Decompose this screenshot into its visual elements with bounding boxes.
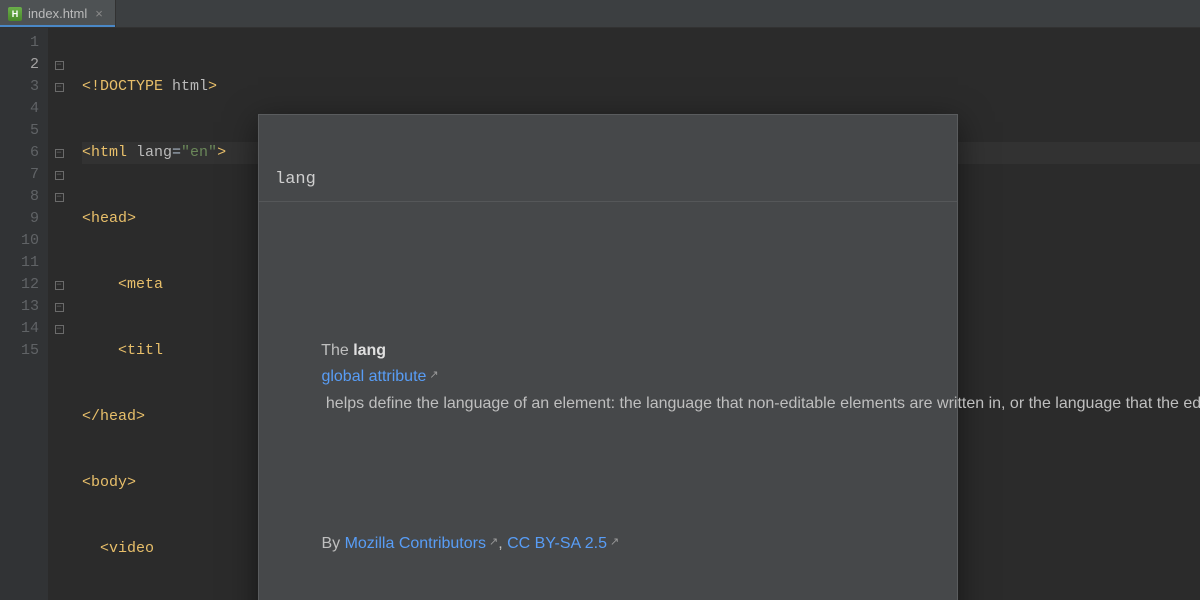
file-tab[interactable]: H index.html × bbox=[0, 0, 116, 27]
doc-text: , bbox=[498, 535, 507, 552]
doc-text: The bbox=[321, 342, 353, 359]
html-file-icon: H bbox=[8, 7, 22, 21]
doc-title: lang bbox=[259, 159, 957, 202]
fold-end-icon: − bbox=[48, 318, 70, 340]
code-token: <meta bbox=[82, 276, 163, 293]
code-token: > bbox=[217, 144, 226, 161]
code-editor[interactable]: 1 2 3 4 5 6 7 8 9 10 11 12 13 14 15 − − … bbox=[0, 28, 1200, 600]
line-number: 1 bbox=[0, 32, 47, 54]
line-number: 9 bbox=[0, 208, 47, 230]
tab-filename: index.html bbox=[28, 6, 87, 21]
doc-text: By bbox=[321, 535, 344, 552]
fold-end-icon: − bbox=[48, 142, 70, 164]
close-icon[interactable]: × bbox=[93, 6, 105, 21]
code-token: <video bbox=[82, 540, 163, 557]
code-token: <!DOCTYPE bbox=[82, 78, 172, 95]
doc-bold: lang bbox=[353, 342, 386, 359]
line-number: 11 bbox=[0, 252, 47, 274]
doc-text: helps define the language of an element:… bbox=[321, 395, 1200, 412]
line-number: 14 bbox=[0, 318, 47, 340]
line-number: 5 bbox=[0, 120, 47, 142]
line-number: 2 bbox=[0, 54, 47, 76]
fold-gutter: − − − − − − − − bbox=[48, 28, 70, 600]
code-token: <head> bbox=[82, 210, 136, 227]
line-number: 12 bbox=[0, 274, 47, 296]
code-area[interactable]: <!DOCTYPE html> <html lang="en"> <head> … bbox=[70, 28, 1200, 600]
line-number: 7 bbox=[0, 164, 47, 186]
fold-toggle-icon[interactable]: − bbox=[48, 54, 70, 76]
code-token: <titl bbox=[82, 342, 163, 359]
fold-toggle-icon[interactable]: − bbox=[48, 76, 70, 98]
fold-end-icon: − bbox=[48, 296, 70, 318]
doc-link-mozilla-contributors[interactable]: Mozilla Contributors bbox=[345, 535, 499, 552]
doc-link-global-attribute[interactable]: global attribute bbox=[321, 368, 438, 385]
line-number: 4 bbox=[0, 98, 47, 120]
doc-attribution: By Mozilla Contributors, CC BY-SA 2.5 bbox=[277, 505, 939, 584]
line-number: 10 bbox=[0, 230, 47, 252]
doc-link-license[interactable]: CC BY-SA 2.5 bbox=[507, 535, 619, 552]
code-token: <html bbox=[82, 144, 136, 161]
line-number: 13 bbox=[0, 296, 47, 318]
doc-paragraph: The lang global attribute helps define t… bbox=[277, 312, 939, 443]
line-number-gutter: 1 2 3 4 5 6 7 8 9 10 11 12 13 14 15 bbox=[0, 28, 48, 600]
code-token: > bbox=[208, 78, 217, 95]
code-token: "en" bbox=[181, 144, 217, 161]
tab-bar: H index.html × bbox=[0, 0, 1200, 28]
code-token: </head> bbox=[82, 408, 145, 425]
code-token: <body> bbox=[82, 474, 136, 491]
doc-body: The lang global attribute helps define t… bbox=[259, 246, 957, 600]
line-number: 3 bbox=[0, 76, 47, 98]
line-number: 6 bbox=[0, 142, 47, 164]
fold-end-icon: − bbox=[48, 274, 70, 296]
tab-active-indicator bbox=[0, 25, 115, 27]
documentation-popup: lang The lang global attribute helps def… bbox=[258, 114, 958, 600]
code-token: = bbox=[172, 144, 181, 161]
fold-toggle-icon[interactable]: − bbox=[48, 164, 70, 186]
code-token: html bbox=[172, 78, 208, 95]
code-token: lang bbox=[136, 144, 172, 161]
line-number: 15 bbox=[0, 340, 47, 362]
line-number: 8 bbox=[0, 186, 47, 208]
fold-toggle-icon[interactable]: − bbox=[48, 186, 70, 208]
